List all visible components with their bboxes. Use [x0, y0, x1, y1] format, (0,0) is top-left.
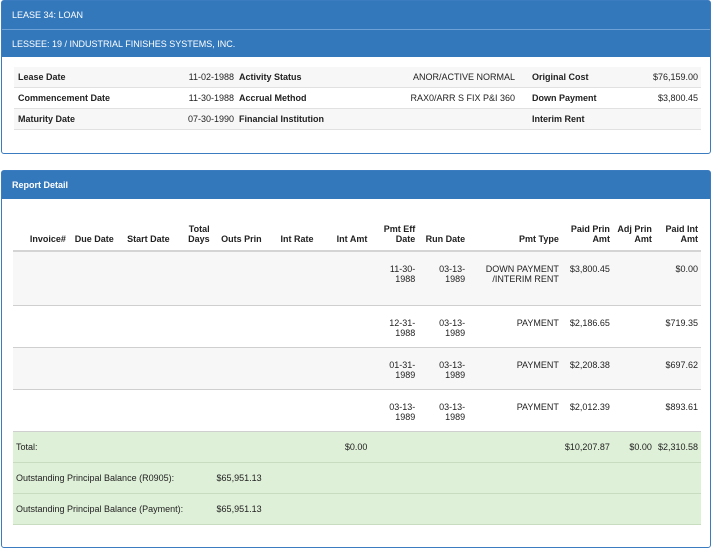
balance-payment-value: $65,951.13	[216, 503, 262, 514]
col-paid-prin-amt[interactable]: Paid Prin Amt	[561, 219, 613, 252]
run-date-cell: 03-13-1989	[439, 264, 466, 284]
accrual-method-value: RAX0/ARR S FIX P&I 360	[410, 93, 515, 103]
lease-title: LEASE 34: LOAN	[12, 10, 84, 20]
pmt-eff-date-cell: 01-31-1989	[389, 359, 416, 380]
total-label: Total:	[16, 441, 38, 452]
table-header-row: Invoice# Due Date Start Date Total Days …	[13, 219, 701, 252]
original-cost-value: $76,159.00	[652, 72, 698, 82]
interim-rent-label: Interim Rent	[532, 114, 585, 124]
balance-r0905-label: Outstanding Principal Balance (R0905):	[16, 472, 175, 483]
col-paid-int-amt[interactable]: Paid Int Amt	[654, 219, 701, 252]
col-pmt-eff-date[interactable]: Pmt Eff Date	[370, 219, 419, 252]
pmt-type-cell: PAYMENT	[516, 317, 559, 328]
col-due-date[interactable]: Due Date	[68, 219, 117, 252]
paid-prin-amt-cell: $3,800.45	[569, 264, 610, 274]
run-date-cell: 03-13-1989	[439, 359, 466, 380]
total-paid-int-amt: $2,310.58	[657, 441, 698, 452]
paid-prin-amt-cell: $2,012.39	[569, 401, 610, 412]
commencement-date-label: Commencement Date	[18, 93, 111, 103]
down-payment-label: Down Payment	[532, 93, 597, 103]
paid-int-amt-cell: $697.62	[665, 359, 698, 370]
pmt-type-cell: PAYMENT	[516, 401, 559, 412]
adj-prin-amt-cell	[613, 347, 655, 389]
paid-prin-amt-cell: $2,186.65	[569, 317, 610, 328]
total-paid-prin-amt: $10,207.87	[564, 441, 610, 452]
activity-status-label: Activity Status	[239, 72, 302, 82]
adj-prin-amt-cell	[613, 251, 655, 305]
adj-prin-amt-cell	[613, 389, 655, 431]
col-int-amt[interactable]: Int Amt	[316, 219, 371, 252]
pmt-type-cell: PAYMENT	[516, 359, 559, 370]
balance-payment-label: Outstanding Principal Balance (Payment):	[16, 503, 184, 514]
run-date-cell: 03-13-1989	[439, 401, 466, 422]
pmt-eff-date-cell: 03-13-1989	[389, 401, 416, 422]
total-int-amt: $0.00	[344, 441, 368, 452]
lease-date-value: 11-02-1988	[188, 72, 234, 82]
adj-prin-amt-cell	[613, 305, 655, 347]
lease-date-label: Lease Date	[18, 72, 66, 82]
lease-info-grid: Lease Date 11-02-1988 Activity Status AN…	[14, 67, 701, 130]
pmt-eff-date-cell: 11-30-1988	[389, 264, 416, 284]
table-row: 12-31-1988 03-13-1989 PAYMENT $2,186.65 …	[13, 305, 701, 347]
report-table: Invoice# Due Date Start Date Total Days …	[13, 219, 701, 525]
paid-int-amt-cell: $893.61	[665, 401, 698, 412]
paid-int-amt-cell: $0.00	[675, 264, 698, 274]
balance-r0905-row: Outstanding Principal Balance (R0905): $…	[13, 462, 701, 493]
accrual-method-label: Accrual Method	[239, 93, 307, 103]
col-invoice[interactable]: Invoice#	[13, 219, 69, 252]
info-row: Maturity Date 07-30-1990 Financial Insti…	[14, 109, 701, 130]
lease-header: LEASE 34: LOAN LESSEE: 19 / INDUSTRIAL F…	[2, 1, 710, 57]
table-row: 11-30-1988 03-13-1989 DOWN PAYMENT /INTE…	[13, 251, 701, 305]
report-detail-title: Report Detail	[2, 171, 710, 199]
pmt-eff-date-cell: 12-31-1988	[389, 317, 416, 338]
pmt-type-cell: DOWN PAYMENT /INTERIM RENT	[485, 264, 559, 284]
table-row: 01-31-1989 03-13-1989 PAYMENT $2,208.38 …	[13, 347, 701, 389]
original-cost-label: Original Cost	[532, 72, 589, 82]
col-start-date[interactable]: Start Date	[116, 219, 173, 252]
lessee-name: LESSEE: 19 / INDUSTRIAL FINISHES SYSTEMS…	[2, 29, 710, 57]
total-adj-prin-amt: $0.00	[629, 441, 652, 452]
col-total-days[interactable]: Total Days	[172, 219, 213, 252]
col-int-rate[interactable]: Int Rate	[264, 219, 317, 252]
col-outs-prin[interactable]: Outs Prin	[212, 219, 265, 252]
commencement-date-value: 11-30-1988	[188, 93, 234, 103]
paid-int-amt-cell: $719.35	[665, 317, 698, 328]
balance-payment-row: Outstanding Principal Balance (Payment):…	[13, 493, 701, 524]
col-pmt-type[interactable]: Pmt Type	[468, 219, 562, 252]
balance-r0905-value: $65,951.13	[216, 472, 262, 483]
table-row: 03-13-1989 03-13-1989 PAYMENT $2,012.39 …	[13, 389, 701, 431]
activity-status-value: ANOR/ACTIVE NORMAL	[412, 72, 515, 82]
lease-summary-panel: LEASE 34: LOAN LESSEE: 19 / INDUSTRIAL F…	[1, 0, 711, 154]
col-adj-prin-amt[interactable]: Adj Prin Amt	[612, 219, 655, 252]
maturity-date-label: Maturity Date	[18, 114, 76, 124]
paid-prin-amt-cell: $2,208.38	[569, 359, 610, 370]
col-run-date[interactable]: Run Date	[418, 219, 469, 252]
maturity-date-value: 07-30-1990	[187, 114, 234, 124]
total-row: Total: $0.00 $10,207.87 $0.00 $2,310.58	[13, 431, 701, 462]
down-payment-value: $3,800.45	[657, 93, 698, 103]
run-date-cell: 03-13-1989	[439, 317, 466, 338]
info-row: Commencement Date 11-30-1988 Accrual Met…	[14, 88, 701, 109]
financial-institution-label: Financial Institution	[239, 114, 324, 124]
report-detail-panel: Report Detail Invoice# Due Date Start Da…	[1, 170, 711, 548]
info-row: Lease Date 11-02-1988 Activity Status AN…	[14, 67, 701, 88]
